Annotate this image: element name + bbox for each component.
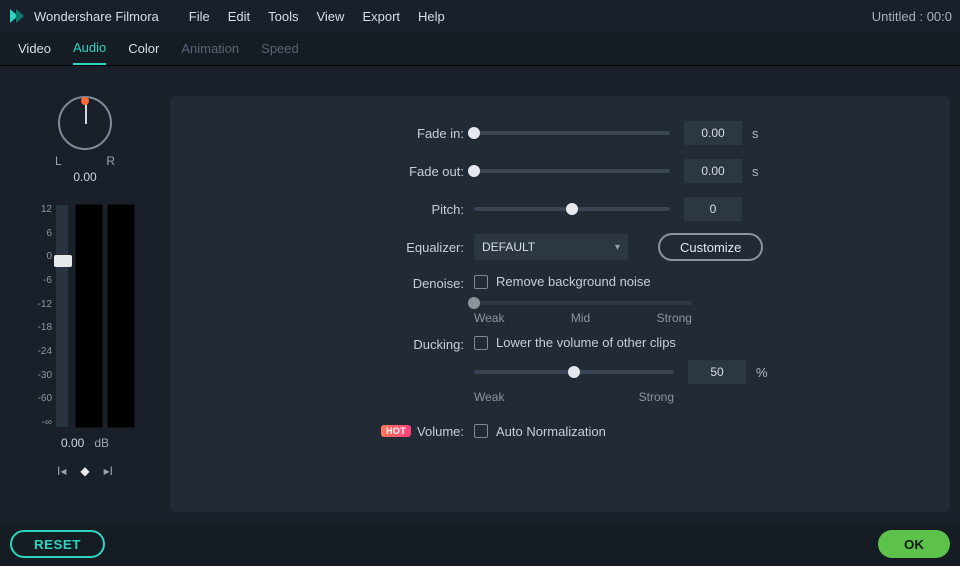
pan-indicator-dot <box>81 97 89 105</box>
denoise-marks: Weak Mid Strong <box>474 311 692 325</box>
tab-video[interactable]: Video <box>18 33 51 64</box>
hot-badge: HOT <box>381 425 411 437</box>
panel-tabs: Video Audio Color Animation Speed <box>0 32 960 66</box>
ducking-unit: % <box>756 365 768 380</box>
fade-in-unit: s <box>752 126 759 141</box>
denoise-checkbox-label[interactable]: Remove background noise <box>496 274 651 289</box>
footer-bar: RESET OK <box>0 522 960 566</box>
menubar: File Edit Tools View Export Help <box>189 9 445 24</box>
ducking-slider[interactable] <box>474 370 674 374</box>
mark-weak: Weak <box>474 311 504 325</box>
db-tick: -6 <box>43 275 52 286</box>
db-tick: -30 <box>38 370 52 381</box>
titlebar: Wondershare Filmora File Edit Tools View… <box>0 0 960 32</box>
denoise-label: Denoise: <box>194 274 474 291</box>
pan-value: 0.00 <box>73 170 96 184</box>
db-tick: -12 <box>38 299 52 310</box>
chevron-down-icon: ▾ <box>615 242 620 253</box>
db-tick: 6 <box>46 228 52 239</box>
reset-button[interactable]: RESET <box>10 530 105 558</box>
slider-thumb[interactable] <box>568 366 580 378</box>
volume-label-container: HOT Volume: <box>194 424 474 439</box>
db-tick: 0 <box>46 251 52 262</box>
fade-out-unit: s <box>752 164 759 179</box>
pan-knob[interactable] <box>58 96 112 150</box>
ducking-marks: Weak Strong <box>474 390 674 404</box>
slider-thumb[interactable] <box>468 297 480 309</box>
slider-thumb[interactable] <box>566 203 578 215</box>
fade-in-slider[interactable] <box>474 131 670 135</box>
pan-left-label: L <box>55 154 62 168</box>
equalizer-select[interactable]: DEFAULT ▾ <box>474 234 628 260</box>
slider-thumb[interactable] <box>468 165 480 177</box>
menu-file[interactable]: File <box>189 9 210 24</box>
level-meter-left <box>75 204 103 428</box>
fade-out-slider[interactable] <box>474 169 670 173</box>
db-scale: 12 6 0 -6 -12 -18 -24 -30 -60 -∞ <box>31 204 55 428</box>
pitch-slider[interactable] <box>474 207 670 211</box>
mark-strong: Strong <box>657 311 692 325</box>
db-tick: 12 <box>41 204 52 215</box>
tab-speed: Speed <box>261 33 299 64</box>
mark-weak: Weak <box>474 390 504 404</box>
menu-export[interactable]: Export <box>362 9 400 24</box>
db-tick: -18 <box>38 322 52 333</box>
customize-button[interactable]: Customize <box>658 233 763 261</box>
auto-normalize-checkbox[interactable] <box>474 424 488 438</box>
pitch-label: Pitch: <box>194 202 474 217</box>
pitch-input[interactable] <box>684 197 742 221</box>
document-status: Untitled : 00:0 <box>872 9 952 24</box>
mark-strong: Strong <box>639 390 674 404</box>
mark-mid: Mid <box>571 311 590 325</box>
menu-tools[interactable]: Tools <box>268 9 298 24</box>
ducking-checkbox[interactable] <box>474 336 488 350</box>
gain-slider[interactable] <box>55 204 69 428</box>
gain-value: 0.00 <box>61 436 84 450</box>
keyframe-icon[interactable]: ◆ <box>80 464 89 478</box>
audio-meter-panel: L R 0.00 12 6 0 -6 -12 -18 -24 -30 -60 -… <box>0 66 170 522</box>
audio-properties-panel: Fade in: s Fade out: s Pitch: Equalizer:… <box>170 96 950 512</box>
equalizer-label: Equalizer: <box>194 240 474 255</box>
fade-out-label: Fade out: <box>194 164 474 179</box>
menu-help[interactable]: Help <box>418 9 445 24</box>
equalizer-selected: DEFAULT <box>482 240 535 254</box>
denoise-checkbox[interactable] <box>474 275 488 289</box>
slider-thumb[interactable] <box>468 127 480 139</box>
level-meters: 12 6 0 -6 -12 -18 -24 -30 -60 -∞ <box>31 204 139 428</box>
level-meter-right <box>107 204 135 428</box>
workspace: L R 0.00 12 6 0 -6 -12 -18 -24 -30 -60 -… <box>0 66 960 522</box>
fade-in-label: Fade in: <box>194 126 474 141</box>
filmora-logo-icon <box>8 7 26 25</box>
fade-out-input[interactable] <box>684 159 742 183</box>
volume-label: Volume: <box>417 424 464 439</box>
ok-button[interactable]: OK <box>878 530 950 558</box>
menu-edit[interactable]: Edit <box>228 9 250 24</box>
ducking-checkbox-label[interactable]: Lower the volume of other clips <box>496 335 676 350</box>
ducking-label: Ducking: <box>194 335 474 352</box>
gain-unit: dB <box>94 436 109 450</box>
pan-right-label: R <box>106 154 115 168</box>
pan-lr-labels: L R <box>55 154 115 168</box>
prev-keyframe-icon[interactable]: I◂ <box>57 464 66 478</box>
next-keyframe-icon[interactable]: ▸I <box>104 464 113 478</box>
auto-normalize-label[interactable]: Auto Normalization <box>496 424 606 439</box>
db-tick: -∞ <box>42 417 52 428</box>
tab-audio[interactable]: Audio <box>73 32 106 65</box>
keyframe-nav: I◂ ◆ ▸I <box>57 464 113 478</box>
menu-view[interactable]: View <box>316 9 344 24</box>
ducking-input[interactable] <box>688 360 746 384</box>
db-tick: -24 <box>38 346 52 357</box>
fade-in-input[interactable] <box>684 121 742 145</box>
pan-needle <box>85 102 87 124</box>
gain-slider-thumb[interactable] <box>54 255 72 267</box>
tab-color[interactable]: Color <box>128 33 159 64</box>
tab-animation: Animation <box>181 33 239 64</box>
denoise-slider[interactable] <box>474 301 692 305</box>
db-tick: -60 <box>38 393 52 404</box>
app-title: Wondershare Filmora <box>34 9 159 24</box>
